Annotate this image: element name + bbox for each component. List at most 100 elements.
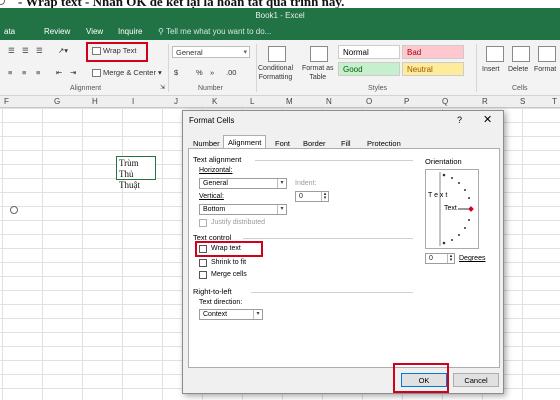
shrink-to-fit-checkbox[interactable] xyxy=(199,259,207,267)
spinner-arrows-icon: ▴ ▾ xyxy=(321,192,328,201)
degrees-spinner[interactable]: 0 ▴ ▾ xyxy=(425,253,455,264)
column-header[interactable]: Q xyxy=(442,97,448,106)
column-header[interactable]: N xyxy=(326,97,332,106)
close-icon[interactable]: ✕ xyxy=(483,113,492,126)
text-direction-label: Text direction: xyxy=(199,299,243,306)
section-text-alignment: Text alignment xyxy=(193,155,242,164)
currency-button[interactable]: $ xyxy=(174,68,178,77)
ok-button-highlight xyxy=(393,363,449,393)
wrap-text-checkbox-highlight xyxy=(195,241,263,257)
excel-title-bar: Book1 - Excel xyxy=(0,8,560,24)
chevron-down-icon: ▾ xyxy=(253,310,262,319)
vertical-value: Bottom xyxy=(203,206,226,213)
tab-alignment[interactable]: Alignment xyxy=(223,135,267,149)
group-label-alignment: Alignment xyxy=(70,85,102,92)
number-format-combo[interactable]: General ▾ xyxy=(172,46,250,58)
column-header[interactable]: H xyxy=(92,97,98,106)
chevron-down-icon: ▾ xyxy=(277,205,286,214)
group-separator xyxy=(476,44,477,92)
style-normal[interactable]: Normal xyxy=(338,45,400,59)
tell-me-box[interactable]: ⚲ Tell me what you want to do... xyxy=(158,27,271,36)
indent-spinner[interactable]: 0 ▴ ▾ xyxy=(295,191,329,202)
justify-distributed-label: Justify distributed xyxy=(211,219,266,226)
decrease-indent-icon[interactable]: ⇤ xyxy=(56,68,62,77)
merge-cells-checkbox[interactable] xyxy=(199,271,207,279)
increase-indent-icon[interactable]: ⇥ xyxy=(70,68,76,77)
format-as-table-label[interactable]: Format as Table xyxy=(302,64,334,82)
vertical-text-sample: T e x t xyxy=(428,192,448,199)
orientation-control[interactable]: T e x t Text xyxy=(425,169,479,249)
column-header[interactable]: G xyxy=(54,97,60,106)
alignment-launcher-icon[interactable]: ⇲ xyxy=(160,84,165,91)
tab-view[interactable]: View xyxy=(86,27,103,36)
increase-decimal-button[interactable]: .00 xyxy=(226,68,236,77)
wrap-text-highlight xyxy=(86,42,148,62)
conditional-formatting-icon[interactable] xyxy=(268,46,286,62)
text-direction-value: Context xyxy=(203,311,228,318)
merge-center-button[interactable]: Merge & Center ▾ xyxy=(92,68,162,78)
format-cells-icon[interactable] xyxy=(538,46,556,62)
column-header[interactable]: I xyxy=(132,97,134,106)
column-header[interactable]: T xyxy=(552,97,557,106)
section-divider xyxy=(255,160,413,161)
comma-button[interactable]: » xyxy=(210,68,214,77)
shrink-to-fit-label: Shrink to fit xyxy=(211,259,247,266)
vertical-select[interactable]: Bottom ▾ xyxy=(199,204,287,215)
column-header[interactable]: J xyxy=(174,97,178,106)
style-good[interactable]: Good xyxy=(338,62,400,76)
align-top-icon[interactable]: ☰ xyxy=(8,46,15,55)
align-center-icon[interactable]: ≡ xyxy=(22,68,26,77)
align-right-icon[interactable]: ≡ xyxy=(36,68,40,77)
delete-cells-icon[interactable] xyxy=(512,46,530,62)
orientation-icon[interactable]: ↗▾ xyxy=(58,46,68,55)
insert-cells-icon[interactable] xyxy=(486,46,504,62)
tab-inquire[interactable]: Inquire xyxy=(118,27,142,36)
column-header[interactable]: L xyxy=(250,97,254,106)
indent-value: 0 xyxy=(299,193,303,200)
format-as-table-icon[interactable] xyxy=(310,46,328,62)
image-resize-handle xyxy=(10,206,18,214)
align-bottom-icon[interactable]: ☰ xyxy=(36,46,43,55)
group-separator xyxy=(168,44,169,92)
format-button[interactable]: Format xyxy=(534,66,556,73)
tell-me-text: Tell me what you want to do... xyxy=(165,27,272,36)
column-header[interactable]: K xyxy=(212,97,217,106)
column-header[interactable]: F xyxy=(4,97,9,106)
column-header[interactable]: M xyxy=(286,97,293,106)
align-left-icon[interactable]: ≡ xyxy=(8,68,12,77)
column-header[interactable]: O xyxy=(366,97,372,106)
insert-button[interactable]: Insert xyxy=(482,66,500,73)
cancel-button[interactable]: Cancel xyxy=(453,373,499,387)
horizontal-select[interactable]: General ▾ xyxy=(199,178,287,189)
number-format-value: General xyxy=(176,48,203,57)
section-divider xyxy=(243,238,413,239)
column-header[interactable]: S xyxy=(520,97,525,106)
delete-button[interactable]: Delete xyxy=(508,66,528,73)
style-bad[interactable]: Bad xyxy=(402,45,464,59)
ribbon-tab-bar: ata Review View Inquire ⚲ Tell me what y… xyxy=(0,24,560,40)
column-header[interactable]: P xyxy=(404,97,409,106)
vertical-label: Vertical: xyxy=(199,193,224,200)
justify-distributed-checkbox[interactable] xyxy=(199,219,207,227)
article-caption: - Wrap text - Nhấn OK để kết lại là hoàn… xyxy=(0,0,560,8)
group-separator xyxy=(256,44,257,92)
selected-cell[interactable]: Trùm Thủ Thuật xyxy=(116,156,156,190)
merge-cells-label: Merge cells xyxy=(211,271,247,278)
style-neutral[interactable]: Neutral xyxy=(402,62,464,76)
ribbon-home: ☰ ☰ ☰ ↗▾ ≡ ≡ ≡ ⇤ ⇥ Wrap Text Merge & Cen… xyxy=(0,40,560,96)
conditional-formatting-label[interactable]: Conditional Formatting xyxy=(258,64,293,82)
group-label-cells: Cells xyxy=(512,85,528,92)
help-icon[interactable]: ? xyxy=(457,115,462,125)
percent-button[interactable]: % xyxy=(196,68,203,77)
dialog-title: Format Cells xyxy=(189,116,235,125)
group-label-number: Number xyxy=(198,85,223,92)
tab-data[interactable]: ata xyxy=(4,27,15,36)
tab-review[interactable]: Review xyxy=(44,27,70,36)
text-direction-select[interactable]: Context ▾ xyxy=(199,309,263,320)
cell-line-1: Trùm Thủ xyxy=(119,158,139,179)
chevron-down-icon: ▾ xyxy=(243,49,247,56)
merge-icon xyxy=(92,69,101,78)
align-middle-icon[interactable]: ☰ xyxy=(22,46,29,55)
column-header[interactable]: R xyxy=(482,97,488,106)
horizontal-label: Horizontal: xyxy=(199,167,233,174)
